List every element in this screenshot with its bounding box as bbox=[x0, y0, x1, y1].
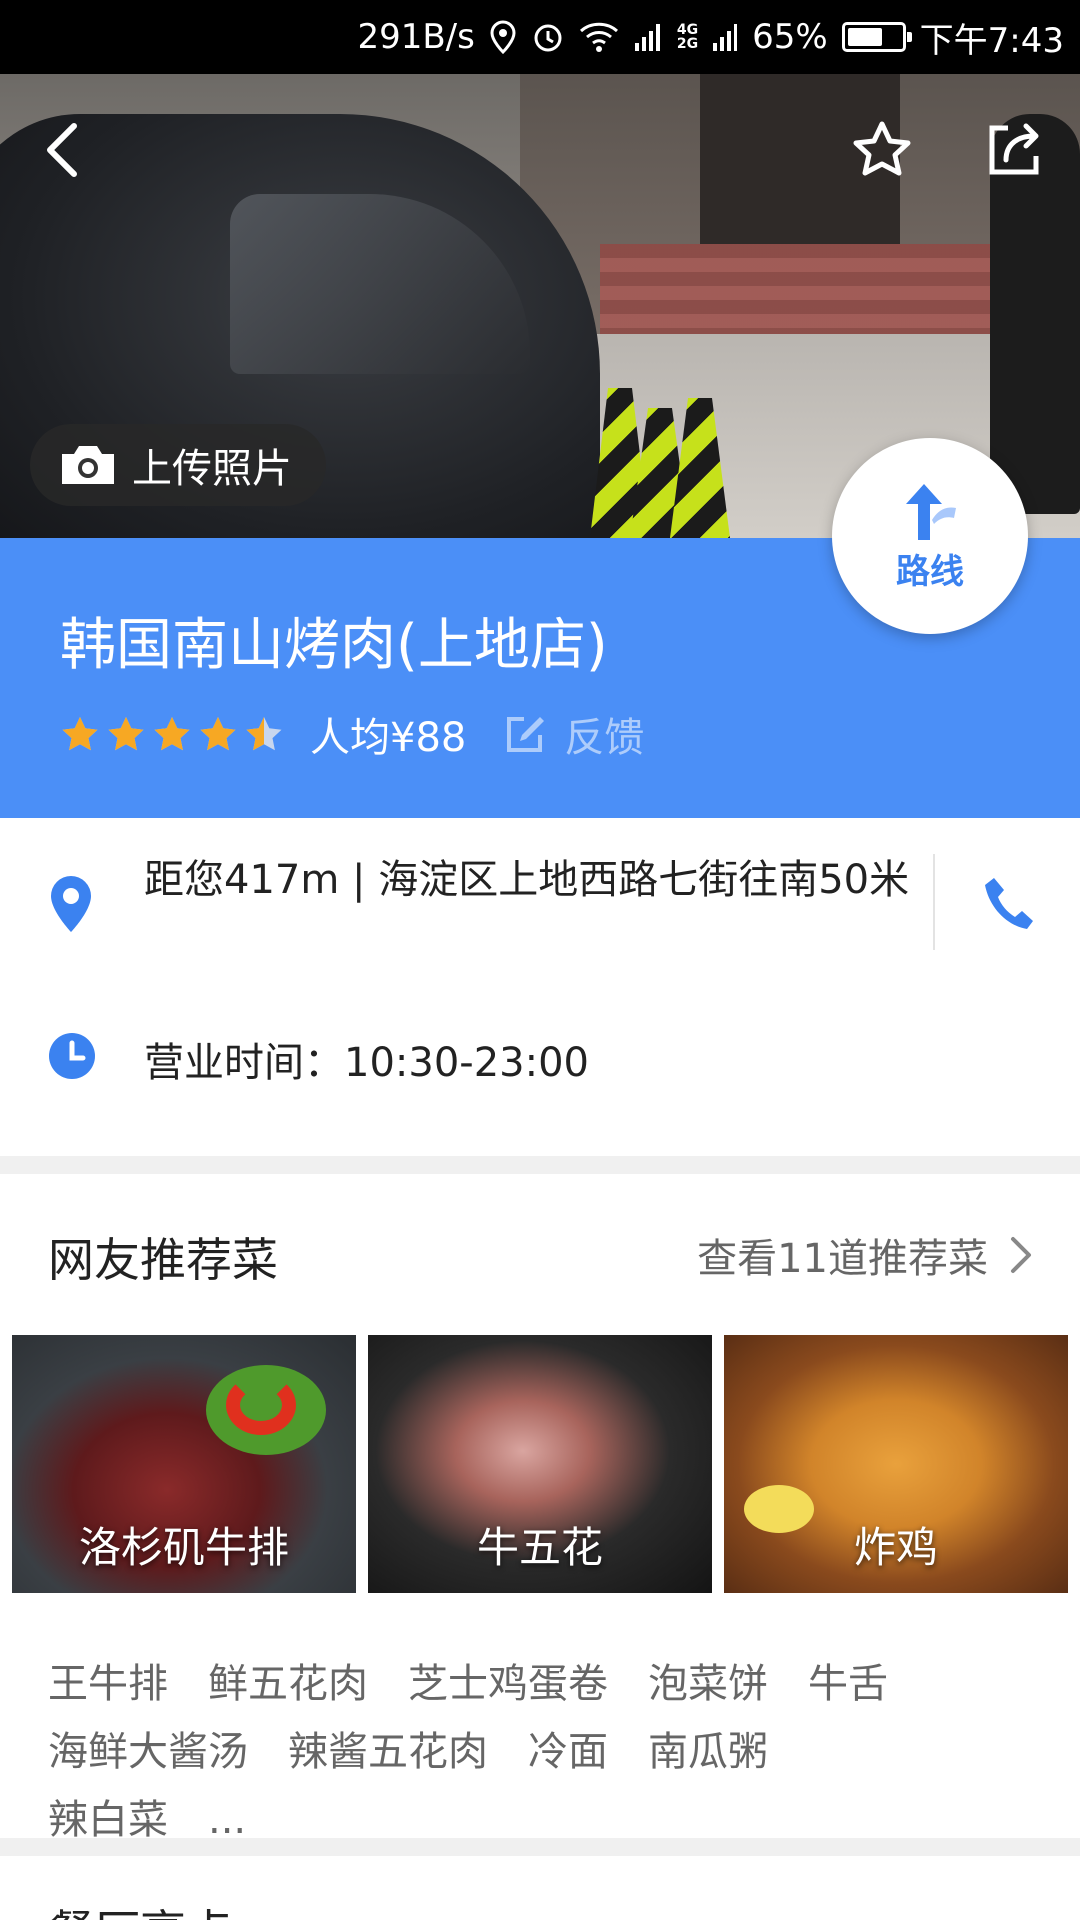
view-more-dishes-link[interactable]: 查看11道推荐菜 bbox=[697, 1226, 1032, 1284]
dish-tag[interactable]: 南瓜粥 bbox=[648, 1729, 768, 1775]
wifi-icon bbox=[579, 21, 619, 53]
network-type-bottom: 2G bbox=[676, 36, 699, 52]
clock: 下午7:43 bbox=[919, 20, 1064, 61]
dish-card[interactable]: 洛杉矶牛排 bbox=[12, 1335, 356, 1593]
alarm-icon bbox=[531, 20, 565, 54]
share-icon bbox=[989, 123, 1039, 175]
share-button[interactable] bbox=[982, 118, 1046, 182]
rating-star-icon bbox=[154, 717, 190, 751]
dish-garnish bbox=[226, 1375, 296, 1435]
favorite-button[interactable] bbox=[850, 118, 914, 182]
dish-name: 炸鸡 bbox=[853, 1523, 938, 1572]
address-text: 距您417m | 海淀区上地西路七街往南50米 bbox=[144, 857, 910, 903]
dish-tag[interactable]: 冷面 bbox=[528, 1729, 608, 1775]
view-more-label: 查看11道推荐菜 bbox=[697, 1236, 988, 1282]
hours-text: 营业时间：10:30-23:00 bbox=[144, 1040, 589, 1086]
back-button[interactable] bbox=[30, 118, 94, 182]
signal-icon bbox=[633, 21, 663, 53]
rating-star-icon bbox=[62, 717, 98, 751]
net-speed: 291B/s bbox=[357, 17, 475, 57]
network-type-indicator: 4G 2G bbox=[677, 23, 698, 51]
feedback-button[interactable]: 反馈 bbox=[504, 705, 644, 763]
star-outline-icon bbox=[853, 121, 911, 176]
rating-star-icon bbox=[246, 717, 282, 751]
battery-fill bbox=[847, 28, 882, 46]
dish-tag[interactable]: 辣白菜 bbox=[48, 1797, 168, 1843]
upload-photo-label: 上传照片 bbox=[132, 446, 292, 492]
signal-icon-2 bbox=[712, 21, 738, 53]
recommend-title: 网友推荐菜 bbox=[48, 1233, 278, 1287]
clock-icon bbox=[49, 1033, 95, 1079]
dish-tag-list: 王牛排 鲜五花肉 芝士鸡蛋卷 泡菜饼 牛舌海鲜大酱汤 辣酱五花肉 冷面 南瓜粥辣白菜... bbox=[48, 1650, 1038, 1854]
rating-star-icon bbox=[108, 717, 144, 751]
address-row[interactable]: 距您417m | 海淀区上地西路七街往南50米 bbox=[0, 818, 1080, 988]
phone-icon[interactable] bbox=[982, 874, 1034, 934]
edit-icon bbox=[507, 717, 545, 752]
dish-card[interactable]: 炸鸡 bbox=[724, 1335, 1068, 1593]
divider bbox=[933, 854, 935, 950]
chevron-right-icon bbox=[1011, 1237, 1031, 1273]
dish-name: 牛五花 bbox=[476, 1523, 603, 1572]
dish-card[interactable]: 牛五花 bbox=[368, 1335, 712, 1593]
route-label: 路线 bbox=[896, 551, 964, 592]
dish-tag[interactable]: 王牛排 bbox=[48, 1661, 168, 1707]
rating-star-icon bbox=[200, 717, 236, 751]
rating-stars bbox=[60, 715, 284, 753]
network-type-top: 4G bbox=[676, 22, 699, 38]
rating-row: 人均¥88 反馈 bbox=[60, 706, 644, 762]
camera-icon bbox=[62, 446, 114, 484]
section-divider bbox=[0, 1838, 1080, 1856]
dish-tag[interactable]: 鲜五花肉 bbox=[208, 1661, 368, 1707]
dish-gallery: 洛杉矶牛排 牛五花 炸鸡 bbox=[12, 1335, 1068, 1593]
route-button[interactable]: 路线 bbox=[832, 438, 1028, 634]
location-pin-icon bbox=[51, 876, 91, 932]
dish-name: 洛杉矶牛排 bbox=[78, 1523, 289, 1572]
dish-tag[interactable]: 牛舌 bbox=[808, 1661, 888, 1707]
location-status-icon bbox=[489, 20, 517, 54]
dish-tag-more[interactable]: ... bbox=[208, 1797, 246, 1843]
route-arrow-icon bbox=[906, 483, 956, 540]
battery-percent: 65% bbox=[752, 17, 828, 57]
avg-price: 人均¥88 bbox=[310, 715, 467, 761]
status-bar: 291B/s 4G 2G 65% 下午7:43 bbox=[0, 0, 1080, 74]
dish-tag[interactable]: 芝士鸡蛋卷 bbox=[408, 1661, 608, 1707]
dish-tag[interactable]: 泡菜饼 bbox=[648, 1661, 768, 1707]
shop-name: 韩国南山烤肉(上地店) bbox=[60, 613, 608, 678]
upload-photo-button[interactable]: 上传照片 bbox=[30, 424, 326, 506]
feedback-label: 反馈 bbox=[564, 715, 645, 761]
back-arrow-icon bbox=[47, 123, 77, 177]
battery-icon bbox=[841, 22, 912, 52]
section-divider bbox=[0, 1156, 1080, 1174]
dish-tag[interactable]: 辣酱五花肉 bbox=[288, 1729, 488, 1775]
dish-tag[interactable]: 海鲜大酱汤 bbox=[48, 1729, 248, 1775]
highlights-title: 餐厅亮点 bbox=[48, 1896, 232, 1920]
hours-row: 营业时间：10:30-23:00 bbox=[0, 1000, 1080, 1110]
